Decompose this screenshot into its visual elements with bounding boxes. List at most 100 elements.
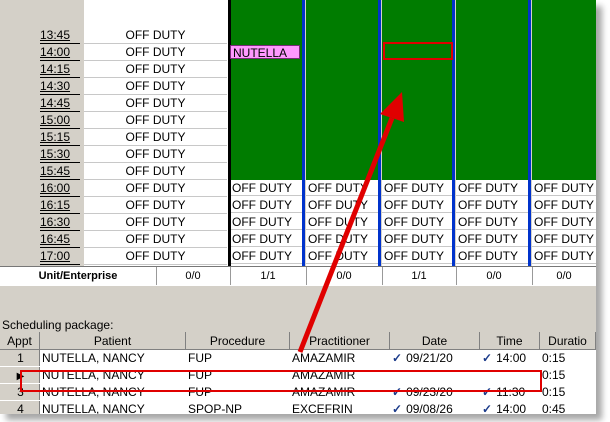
off-duty-cell: OFF DUTY xyxy=(230,248,302,264)
column-header[interactable]: Duratio xyxy=(540,332,596,350)
totals-cell: 0/0 xyxy=(456,267,533,285)
column-separator xyxy=(452,0,455,266)
column-header[interactable]: Time xyxy=(480,332,540,350)
totals-cell: 1/1 xyxy=(382,267,457,285)
table-row[interactable]: 1 NUTELLA, NANCY FUP AMAZAMIR ✓ 09/21/20 ✓ 14:0… xyxy=(0,350,596,366)
off-duty-cell: OFF DUTY xyxy=(382,214,452,230)
cell-time: ✓ 14:00 xyxy=(480,401,540,414)
time-slot-label: 15:30 xyxy=(40,146,80,163)
totals-label: Unit/Enterprise xyxy=(0,267,157,285)
time-slot-label: 16:00 xyxy=(40,180,80,197)
cell-value: 4 xyxy=(17,402,24,414)
off-duty-cell: OFF DUTY xyxy=(382,197,452,213)
cell-value: FUP xyxy=(188,351,212,365)
time-slot-label: 15:00 xyxy=(40,112,80,129)
cell-patient: NUTELLA, NANCY xyxy=(40,401,186,414)
highlight-row xyxy=(20,370,542,392)
cell-value: 09/21/20 xyxy=(406,351,453,365)
off-duty-cell: OFF DUTY xyxy=(84,197,227,214)
column-header[interactable]: Practitioner xyxy=(290,332,390,350)
provider-column: OFF DUTY OFF DUTY OFF DUTY OFF DUTY OFF DUTY xyxy=(532,0,596,266)
cell-time: ✓ 14:00 xyxy=(480,350,540,366)
cell-appt: 1 xyxy=(0,350,40,366)
checkmark-icon[interactable]: ✓ xyxy=(392,351,402,365)
time-slot-label: 17:00 xyxy=(40,248,80,265)
cell-value: SPOP-NP xyxy=(188,402,243,414)
booked-block xyxy=(456,0,528,180)
off-duty-cell: OFF DUTY xyxy=(456,197,528,213)
appointment-nutella[interactable]: NUTELLA xyxy=(230,45,300,60)
cell-value: 0:15 xyxy=(542,385,566,399)
off-duty-column: OFF DUTY OFF DUTY OFF DUTY OFF DUTY OFF DUTY… xyxy=(84,0,228,266)
cell-value: NUTELLA, NANCY xyxy=(42,402,145,414)
cell-value: 0:15 xyxy=(542,351,566,365)
off-duty-cell: OFF DUTY xyxy=(84,61,227,78)
off-duty-cell: OFF DUTY xyxy=(230,214,302,230)
off-duty-cell: OFF DUTY xyxy=(382,248,452,264)
cell-value: 14:00 xyxy=(496,402,527,414)
time-slot-label: 14:15 xyxy=(40,61,80,78)
column-separator xyxy=(378,0,381,266)
checkmark-icon[interactable]: ✓ xyxy=(392,402,402,414)
booked-block xyxy=(382,0,452,180)
totals-cell: 1/1 xyxy=(230,267,307,285)
off-duty-cell: OFF DUTY xyxy=(84,163,227,180)
cell-practitioner: AMAZAMIR xyxy=(290,350,390,366)
provider-column: OFF DUTY OFF DUTY OFF DUTY OFF DUTY OFF DUTY xyxy=(456,0,528,266)
time-slot-label: 16:30 xyxy=(40,214,80,231)
totals-cell: 0/0 xyxy=(156,267,231,285)
off-duty-cell: OFF DUTY xyxy=(84,180,227,197)
provider-column: OFF DUTY OFF DUTY OFF DUTY OFF DUTY OFF DUTY xyxy=(230,0,302,266)
time-slot-label: 14:45 xyxy=(40,95,80,112)
off-duty-cell: OFF DUTY xyxy=(456,180,528,196)
cell-value: 0:15 xyxy=(542,368,566,382)
splitter[interactable] xyxy=(0,285,596,316)
table-row[interactable]: 4 NUTELLA, NANCY SPOP-NP EXCEFRIN ✓ 09/08/26 ✓… xyxy=(0,401,596,414)
cell-duration: 0:15 xyxy=(540,350,596,366)
off-duty-cell: OFF DUTY xyxy=(456,214,528,230)
time-slot-label: 15:15 xyxy=(40,129,80,146)
off-duty-cell: OFF DUTY xyxy=(382,180,452,196)
totals-row: Unit/Enterprise 0/0 1/1 0/0 1/1 0/0 0/0 xyxy=(0,266,596,286)
cell-appt: 4 xyxy=(0,401,40,414)
column-header[interactable]: Procedure xyxy=(186,332,290,350)
booked-block xyxy=(532,0,596,180)
off-duty-cell: OFF DUTY xyxy=(84,248,227,265)
column-header[interactable]: Date xyxy=(390,332,480,350)
off-duty-cell: OFF DUTY xyxy=(532,232,596,247)
off-duty-cell: OFF DUTY xyxy=(306,231,378,247)
off-duty-cell: OFF DUTY xyxy=(84,214,227,231)
off-duty-cell: OFF DUTY xyxy=(84,78,227,95)
totals-cell: 0/0 xyxy=(532,267,596,285)
cell-procedure: SPOP-NP xyxy=(186,401,290,414)
cell-duration: 0:15 xyxy=(540,384,596,400)
off-duty-cell: OFF DUTY xyxy=(84,231,227,248)
off-duty-cell: OFF DUTY xyxy=(84,44,227,61)
cell-value: 14:00 xyxy=(496,351,527,365)
off-duty-cell: OFF DUTY xyxy=(230,180,302,196)
off-duty-cell: OFF DUTY xyxy=(306,180,378,196)
cell-value: 09/08/26 xyxy=(406,402,453,414)
cell-value: AMAZAMIR xyxy=(292,351,356,365)
schedule-grid: 13:45 14:00 14:15 14:30 14:45 15:00 15:15 15:30… xyxy=(0,0,596,266)
off-duty-cell: OFF DUTY xyxy=(456,231,528,247)
off-duty-cell: OFF DUTY xyxy=(532,249,596,264)
checkmark-icon[interactable]: ✓ xyxy=(482,351,492,365)
time-slot-label: 13:45 xyxy=(40,27,80,44)
time-slot-label: 14:30 xyxy=(40,78,80,95)
checkmark-icon[interactable]: ✓ xyxy=(482,402,492,414)
column-separator xyxy=(528,0,531,266)
off-duty-cell: OFF DUTY xyxy=(230,197,302,213)
cell-procedure: FUP xyxy=(186,350,290,366)
off-duty-cell: OFF DUTY xyxy=(306,197,378,213)
cell-duration: 0:45 xyxy=(540,401,596,414)
cell-date: ✓ 09/21/20 xyxy=(390,350,480,366)
package-label: Scheduling package: xyxy=(2,318,114,332)
column-header[interactable]: Patient xyxy=(40,332,186,350)
off-duty-cell: OFF DUTY xyxy=(84,95,227,112)
cell-value: EXCEFRIN xyxy=(292,402,353,414)
off-duty-cell: OFF DUTY xyxy=(532,215,596,230)
column-header[interactable]: Appt xyxy=(0,332,40,350)
off-duty-cell: OFF DUTY xyxy=(84,146,227,163)
time-slot-label: 14:00 xyxy=(40,44,80,61)
